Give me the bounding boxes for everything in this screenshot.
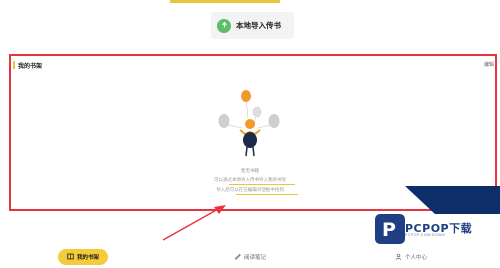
watermark-subtext: PCPOP.COM/DOWN	[405, 233, 445, 237]
nav-item-bookshelf[interactable]: 我的书架	[58, 249, 108, 265]
hint-underline	[229, 184, 295, 185]
upload-icon	[217, 18, 231, 33]
book-icon	[67, 253, 74, 262]
pencil-icon	[234, 253, 241, 262]
hint-underline	[236, 194, 298, 195]
bookshelf-title: 我的书架	[18, 63, 43, 70]
empty-shelf-title: 暂无书籍	[241, 168, 259, 173]
local-import-label: 本地导入传书	[236, 21, 281, 30]
empty-shelf-illustration	[210, 88, 290, 166]
annotation-arrow	[162, 205, 226, 241]
local-import-button[interactable]: 本地导入传书	[211, 12, 294, 39]
bookshelf-header: 我的书架	[13, 60, 42, 70]
nav-label: 阅读笔记	[244, 255, 267, 261]
empty-shelf-hint-line2: 导入后可以在已编辑对话框中找到	[216, 187, 284, 192]
nav-item-reading-notes[interactable]: 阅读笔记	[234, 249, 266, 265]
empty-shelf-hint-line1: 可以通过本地导入传书导入我的书架	[214, 177, 286, 182]
top-accent-strip	[170, 0, 280, 3]
nav-label: 我的书架	[76, 255, 99, 261]
edit-button[interactable]: 编辑	[484, 61, 494, 68]
section-marker	[13, 61, 15, 69]
watermark-logo: P PCPOP下载 PCPOP.COM/DOWN	[375, 186, 500, 268]
svg-text:P: P	[382, 219, 396, 241]
